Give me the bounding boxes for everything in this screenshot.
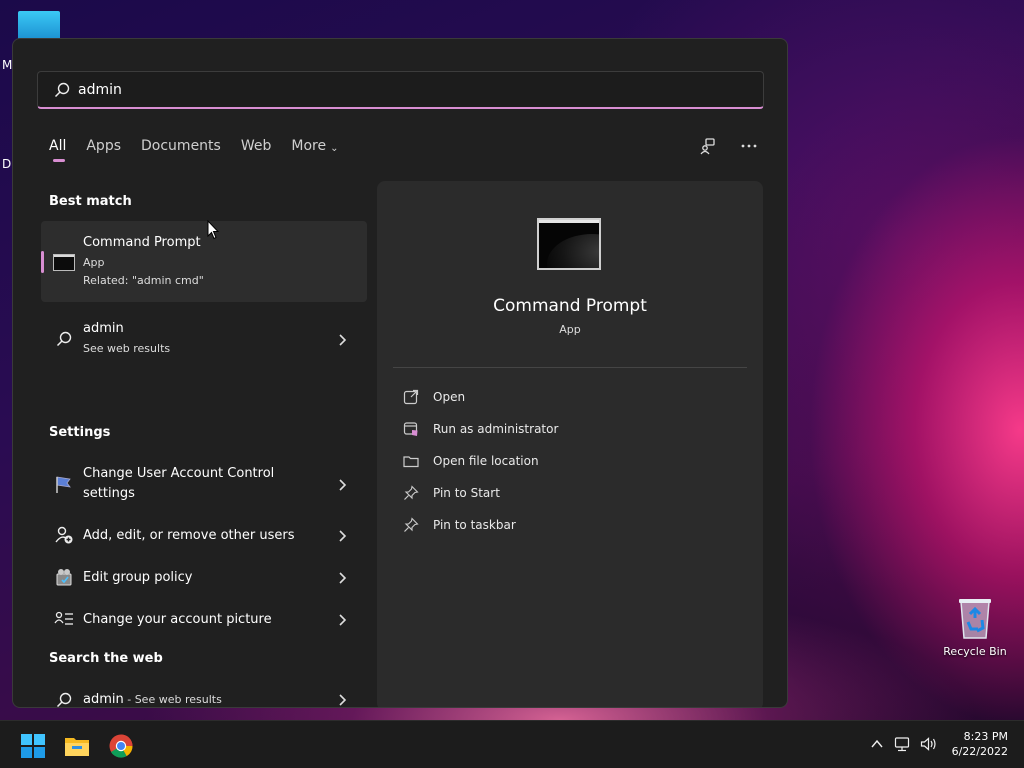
action-label: Pin to Start <box>433 486 500 500</box>
more-options-icon[interactable] <box>739 136 759 156</box>
chevron-right-icon <box>339 479 347 491</box>
start-icon[interactable] <box>20 733 46 759</box>
web-result-title: admin <box>83 321 124 336</box>
web-search-suffix: - See web results <box>123 693 222 706</box>
open-icon <box>403 389 419 405</box>
recycle-bin-label: Recycle Bin <box>943 645 1007 658</box>
action-pin-to-taskbar[interactable]: Pin to taskbar <box>403 515 516 535</box>
action-run-as-admin[interactable]: Run as administrator <box>403 419 558 439</box>
run-as-admin-icon <box>403 421 419 437</box>
tab-actions <box>699 136 759 156</box>
network-icon[interactable] <box>894 735 912 753</box>
group-policy-icon <box>54 567 74 587</box>
action-pin-to-start[interactable]: Pin to Start <box>403 483 500 503</box>
setting-item-label: Change User Account Control settings <box>83 466 275 501</box>
chevron-down-icon: ⌄ <box>330 143 339 154</box>
setting-item-label: Change your account picture <box>83 612 272 627</box>
chevron-right-icon <box>339 572 347 584</box>
tab-web[interactable]: Web <box>241 137 272 163</box>
search-box[interactable] <box>37 71 764 109</box>
divider <box>393 367 747 368</box>
setting-item-label: Add, edit, or remove other users <box>83 528 295 543</box>
web-result-sub: See web results <box>83 342 171 355</box>
tab-documents[interactable]: Documents <box>141 137 221 163</box>
preview-app-name: Command Prompt <box>493 296 647 316</box>
command-prompt-icon <box>537 218 601 270</box>
tab-more[interactable]: More ⌄ <box>291 137 338 163</box>
setting-item-label: Edit group policy <box>83 570 193 585</box>
desktop-app-icon[interactable] <box>18 11 60 41</box>
system-tray: 8:23 PM 6/22/2022 <box>860 729 1008 759</box>
setting-item-uac[interactable]: Change User Account Control settings <box>41 464 367 504</box>
chevron-right-icon <box>339 614 347 626</box>
web-search-term: admin <box>83 692 124 707</box>
pin-icon <box>403 485 419 501</box>
section-search-web: Search the web <box>49 651 163 666</box>
preview-app-type: App <box>559 323 581 336</box>
action-label: Pin to taskbar <box>433 518 516 532</box>
chevron-right-icon <box>339 334 347 346</box>
folder-icon <box>403 453 419 469</box>
chevron-up-icon[interactable] <box>868 735 886 753</box>
mouse-cursor-icon <box>207 220 219 240</box>
chrome-icon[interactable] <box>108 733 134 759</box>
preview-pane: Command Prompt App Open Run as administr… <box>377 181 763 707</box>
action-open-file-location[interactable]: Open file location <box>403 451 539 471</box>
chevron-right-icon <box>339 694 347 706</box>
share-accounts-icon[interactable] <box>699 136 719 156</box>
chevron-right-icon <box>339 530 347 542</box>
setting-item-users[interactable]: Add, edit, or remove other users <box>41 522 367 550</box>
start-search-panel: All Apps Documents Web More⌄ Best match … <box>12 38 788 708</box>
taskbar: 8:23 PM 6/22/2022 <box>0 720 1024 768</box>
section-best-match: Best match <box>49 194 132 209</box>
action-label: Run as administrator <box>433 422 559 436</box>
add-user-icon <box>54 525 74 545</box>
volume-icon[interactable] <box>920 735 938 753</box>
setting-item-group-policy[interactable]: Edit group policy <box>41 564 367 592</box>
recycle-bin[interactable]: Recycle Bin <box>942 596 1008 658</box>
uac-flag-icon <box>54 474 74 494</box>
search-icon <box>54 82 70 98</box>
best-match-related: Related: "admin cmd" <box>83 274 204 287</box>
action-label: Open file location <box>433 454 539 468</box>
desktop-label-m: M <box>2 58 13 72</box>
pin-icon <box>403 517 419 533</box>
tab-all[interactable]: All <box>49 137 66 163</box>
filter-tabs: All Apps Documents Web More ⌄ <box>49 137 358 163</box>
best-match-title: Command Prompt <box>83 235 201 250</box>
tab-apps[interactable]: Apps <box>86 137 121 163</box>
file-explorer-icon[interactable] <box>64 733 90 759</box>
selection-accent <box>41 251 44 273</box>
command-prompt-icon <box>53 254 75 271</box>
web-result-admin[interactable]: admin See web results <box>41 317 367 361</box>
section-settings: Settings <box>49 425 111 440</box>
best-match-card[interactable]: Command Prompt App Related: "admin cmd" <box>41 221 367 302</box>
action-label: Open <box>433 390 466 404</box>
setting-item-account-picture[interactable]: Change your account picture <box>41 606 367 634</box>
clock-time: 8:23 PM <box>963 730 1008 743</box>
search-icon <box>54 329 74 349</box>
search-icon <box>54 690 74 707</box>
clock-date: 6/22/2022 <box>951 745 1008 758</box>
account-picture-icon <box>54 609 74 629</box>
clock[interactable]: 8:23 PM 6/22/2022 <box>952 729 1008 759</box>
search-input[interactable] <box>78 78 748 102</box>
best-match-type: App <box>83 256 105 269</box>
action-open[interactable]: Open <box>403 387 465 407</box>
web-search-item-admin[interactable]: admin - See web results <box>41 687 367 707</box>
recycle-bin-icon <box>956 596 994 640</box>
